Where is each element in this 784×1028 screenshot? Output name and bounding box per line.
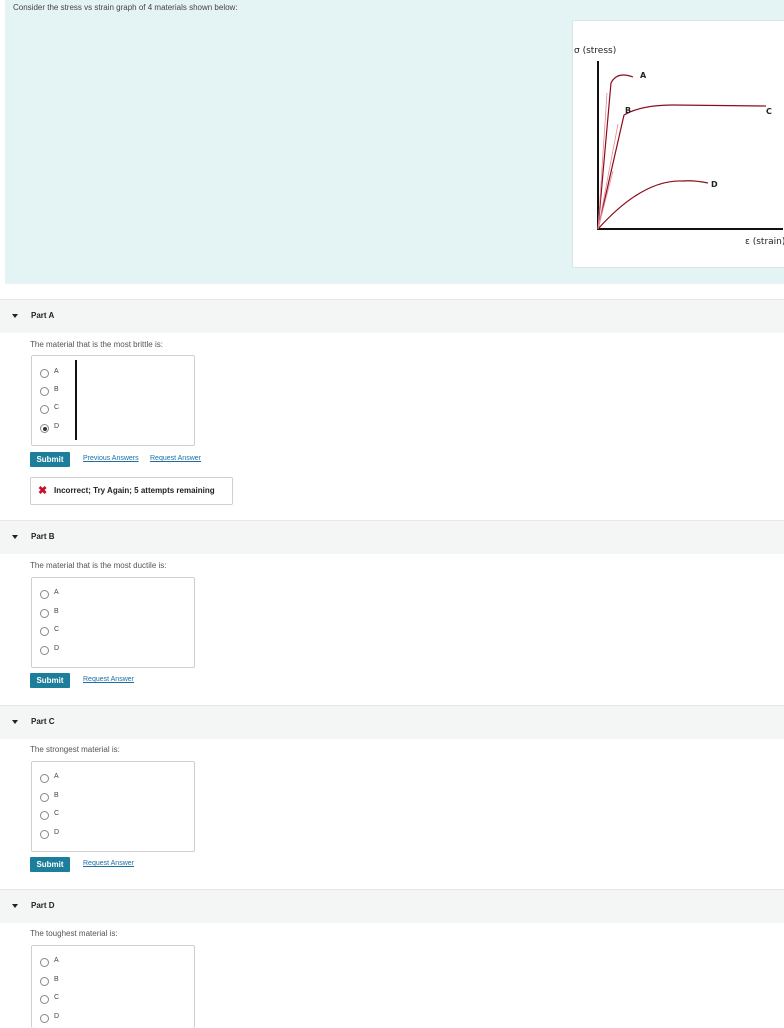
radio-icon[interactable] bbox=[40, 1014, 49, 1023]
part-d-question: The toughest material is: bbox=[30, 929, 118, 938]
curve-label-a: A bbox=[640, 71, 647, 80]
curve-b-c bbox=[597, 104, 767, 230]
part-b-question: The material that is the most ductile is… bbox=[30, 561, 167, 570]
curve-label-b: B bbox=[625, 106, 631, 115]
curve-label-d: D bbox=[711, 180, 718, 189]
curve-d bbox=[597, 180, 709, 230]
problem-intro: Consider the stress vs strain graph of 4… bbox=[5, 0, 784, 284]
x-axis-label: ε (strain) bbox=[745, 237, 784, 247]
curve-label-c: C bbox=[766, 107, 772, 116]
intro-text: Consider the stress vs strain graph of 4… bbox=[13, 3, 238, 12]
part-c-question: The strongest material is: bbox=[30, 745, 120, 754]
radio-icon[interactable] bbox=[40, 646, 49, 655]
option-a[interactable]: A bbox=[40, 368, 180, 380]
collapse-caret-icon[interactable] bbox=[12, 720, 18, 724]
part-c-header[interactable]: Part C bbox=[0, 705, 784, 739]
part-a-submit-button[interactable]: Submit bbox=[30, 452, 70, 467]
part-b-submit-button[interactable]: Submit bbox=[30, 673, 70, 688]
radio-icon[interactable] bbox=[40, 405, 49, 414]
graph-svg: σ (stress) ε (strain) A B C D bbox=[574, 46, 784, 247]
incorrect-x-icon: ✖ bbox=[38, 485, 48, 497]
option-c[interactable]: C bbox=[40, 810, 180, 822]
part-title: Part D bbox=[31, 901, 55, 910]
part-d-options: A B C D bbox=[31, 945, 195, 1028]
option-d[interactable]: D bbox=[40, 423, 180, 435]
option-d[interactable]: D bbox=[40, 645, 180, 657]
part-a-options: A B C D bbox=[31, 355, 195, 446]
option-a[interactable]: A bbox=[40, 773, 180, 785]
radio-icon[interactable] bbox=[40, 811, 49, 820]
part-b-request-answer-link[interactable]: Request Answer bbox=[83, 676, 134, 683]
radio-icon[interactable] bbox=[40, 369, 49, 378]
radio-icon[interactable] bbox=[40, 387, 49, 396]
option-a[interactable]: A bbox=[40, 957, 180, 969]
option-a[interactable]: A bbox=[40, 589, 180, 601]
previous-answers-link[interactable]: Previous Answers bbox=[83, 455, 139, 462]
radio-icon[interactable] bbox=[40, 590, 49, 599]
radio-icon[interactable] bbox=[40, 627, 49, 636]
radio-icon[interactable] bbox=[40, 793, 49, 802]
radio-icon[interactable] bbox=[40, 958, 49, 967]
part-a-question: The material that is the most brittle is… bbox=[30, 340, 163, 349]
radio-checked-icon[interactable] bbox=[40, 424, 49, 433]
option-b[interactable]: B bbox=[40, 976, 180, 988]
part-a-request-answer-link[interactable]: Request Answer bbox=[150, 455, 201, 462]
part-c-submit-button[interactable]: Submit bbox=[30, 857, 70, 872]
option-c[interactable]: C bbox=[40, 404, 180, 416]
collapse-caret-icon[interactable] bbox=[12, 904, 18, 908]
option-c[interactable]: C bbox=[40, 994, 180, 1006]
feedback-box: ✖ Incorrect; Try Again; 5 attempts remai… bbox=[30, 477, 233, 505]
radio-icon[interactable] bbox=[40, 774, 49, 783]
selection-bar bbox=[75, 360, 77, 440]
steep-line-2 bbox=[597, 123, 619, 230]
part-a-header[interactable]: Part A bbox=[0, 299, 784, 333]
part-title: Part B bbox=[31, 532, 55, 541]
part-title: Part C bbox=[31, 717, 55, 726]
part-title: Part A bbox=[31, 311, 55, 320]
radio-icon[interactable] bbox=[40, 609, 49, 618]
part-c-request-answer-link[interactable]: Request Answer bbox=[83, 860, 134, 867]
radio-icon[interactable] bbox=[40, 830, 49, 839]
option-d[interactable]: D bbox=[40, 1013, 180, 1025]
part-b-options: A B C D bbox=[31, 577, 195, 668]
option-b[interactable]: B bbox=[40, 792, 180, 804]
option-b[interactable]: B bbox=[40, 608, 180, 620]
y-axis-label: σ (stress) bbox=[574, 46, 616, 56]
stress-strain-graph: σ (stress) ε (strain) A B C D bbox=[572, 20, 784, 268]
option-c[interactable]: C bbox=[40, 626, 180, 638]
option-d[interactable]: D bbox=[40, 829, 180, 841]
radio-icon[interactable] bbox=[40, 995, 49, 1004]
feedback-text: Incorrect; Try Again; 5 attempts remaini… bbox=[54, 486, 215, 495]
collapse-caret-icon[interactable] bbox=[12, 314, 18, 318]
part-c-options: A B C D bbox=[31, 761, 195, 852]
part-d-header[interactable]: Part D bbox=[0, 889, 784, 923]
part-b-header[interactable]: Part B bbox=[0, 520, 784, 554]
radio-icon[interactable] bbox=[40, 977, 49, 986]
option-b[interactable]: B bbox=[40, 386, 180, 398]
collapse-caret-icon[interactable] bbox=[12, 535, 18, 539]
